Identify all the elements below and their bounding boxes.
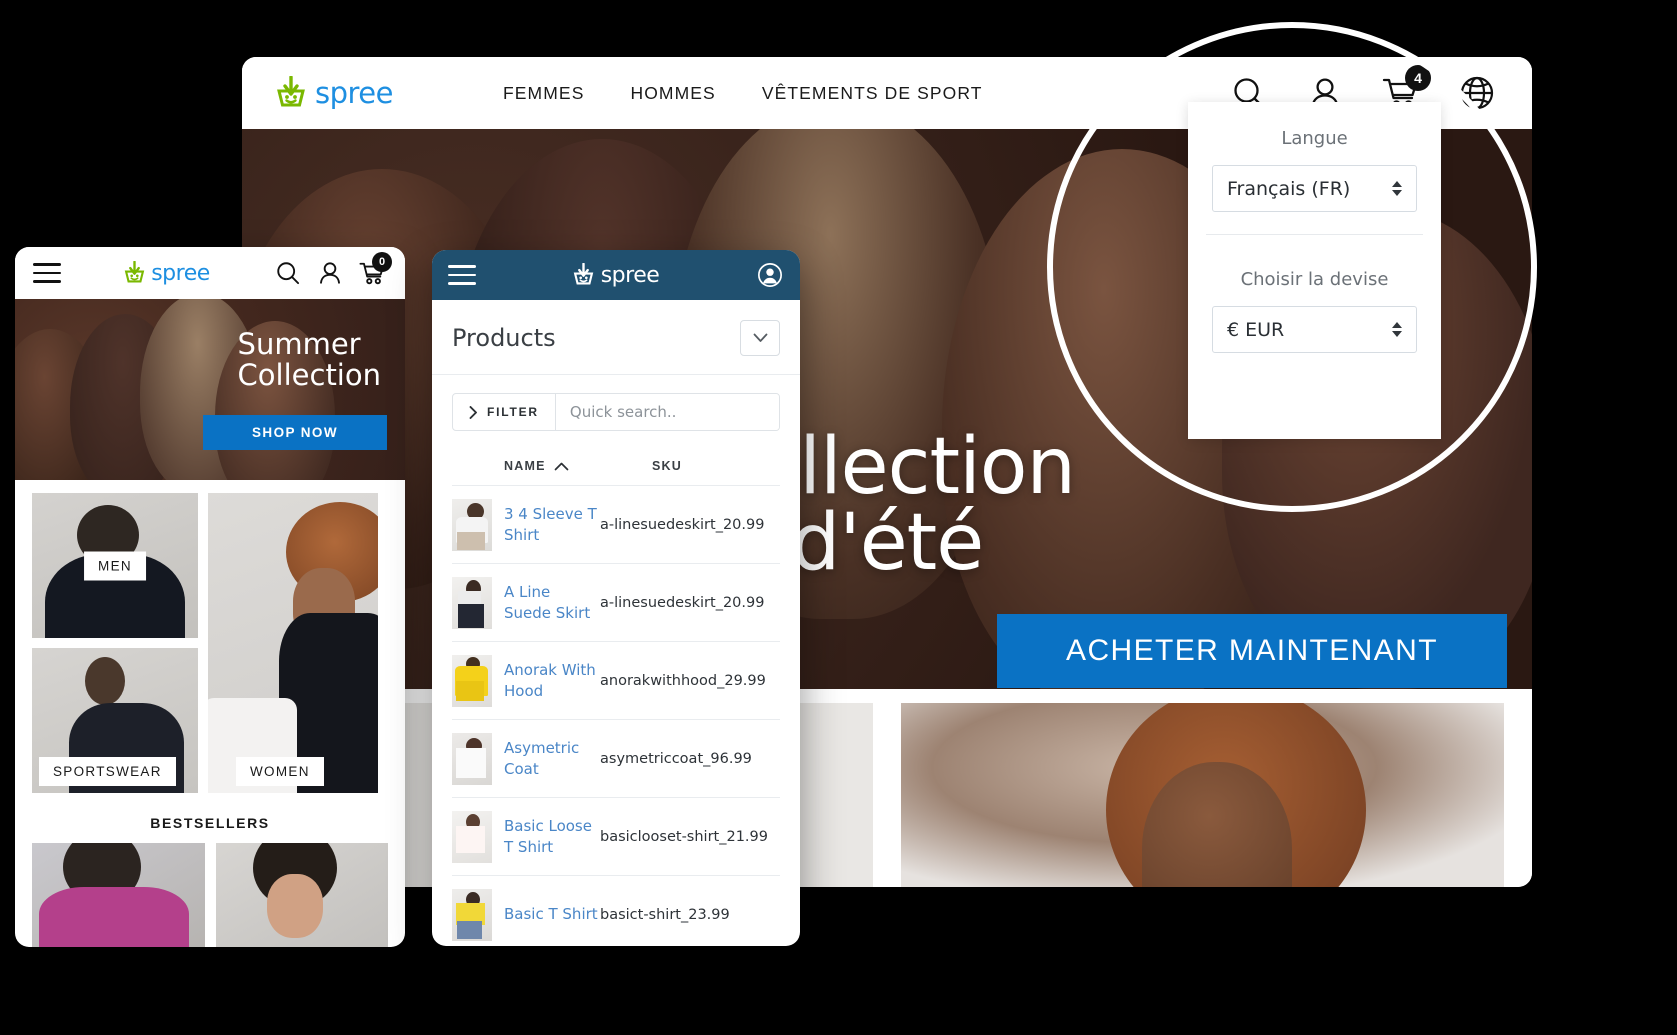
chevron-right-icon xyxy=(469,405,477,419)
language-currency-dropdown: Langue Français (FR) Choisir la devise €… xyxy=(1188,102,1441,439)
globe-icon[interactable] xyxy=(1456,72,1498,114)
product-thumbnail xyxy=(452,732,492,785)
nav-item-vetements-de-sport[interactable]: VÊTEMENTS DE SPORT xyxy=(762,83,983,104)
product-name-link[interactable]: Basic Loose T Shirt xyxy=(504,816,600,857)
page-actions-dropdown-button[interactable] xyxy=(740,320,780,356)
filter-button[interactable]: FILTER xyxy=(453,394,556,430)
language-select[interactable]: Français (FR) xyxy=(1212,165,1417,212)
product-name-link[interactable]: 3 4 Sleeve T Shirt xyxy=(504,504,600,545)
desktop-brand-text: spree xyxy=(315,76,394,110)
column-header-sku[interactable]: SKU xyxy=(652,459,682,473)
mobile-hero-banner: Summer Collection SHOP NOW xyxy=(15,299,405,480)
spree-cart-logo-icon xyxy=(573,263,593,285)
product-sku: a-linesuedeskirt_20.99 xyxy=(600,594,765,611)
desktop-logo[interactable]: spree xyxy=(276,76,394,110)
currency-select[interactable]: € EUR xyxy=(1212,306,1417,353)
admin-menu-icon[interactable] xyxy=(448,265,476,285)
mobile-brand-text: spree xyxy=(151,260,210,286)
product-name-link[interactable]: A Line Suede Skirt xyxy=(504,582,600,623)
products-table: NAME SKU 3 4 Sleeve T Shirt a-linesuedes… xyxy=(432,449,800,946)
mobile-menu-icon[interactable] xyxy=(33,263,61,283)
chevron-down-icon xyxy=(753,333,767,342)
product-sku: a-linesuedeskirt_20.99 xyxy=(600,516,765,533)
table-row[interactable]: Anorak With Hood anorakwithhood_29.99 xyxy=(452,641,780,719)
category-tile-women[interactable]: WOMEN xyxy=(208,493,378,793)
product-name-link[interactable]: Anorak With Hood xyxy=(504,660,600,701)
product-sku: basiclooset-shirt_21.99 xyxy=(600,828,768,845)
currency-label: Choisir la devise xyxy=(1240,269,1389,290)
admin-filter-row: FILTER xyxy=(432,375,800,449)
category-tile-women-label: WOMEN xyxy=(236,757,324,786)
filter-button-label: FILTER xyxy=(487,405,539,419)
search-icon[interactable] xyxy=(273,258,303,288)
spree-cart-logo-icon xyxy=(124,261,145,283)
bestsellers-heading: BESTSELLERS xyxy=(150,815,270,831)
user-icon[interactable] xyxy=(315,258,345,288)
table-row[interactable]: Basic Loose T Shirt basiclooset-shirt_21… xyxy=(452,797,780,875)
column-header-name-label: NAME xyxy=(504,459,546,473)
mobile-category-grid: MEN SPORTSWEAR WOMEN xyxy=(15,480,405,793)
table-header-row: NAME SKU xyxy=(452,449,780,485)
bestsellers-row xyxy=(15,843,405,947)
language-section: Langue Français (FR) xyxy=(1188,102,1441,234)
mobile-header-icons: 0 xyxy=(273,252,392,288)
quick-search-input[interactable] xyxy=(555,394,779,430)
product-thumbnail xyxy=(452,498,492,551)
mobile-hero-title-line2: Collection xyxy=(237,358,381,393)
desktop-main-nav: FEMMES HOMMES VÊTEMENTS DE SPORT xyxy=(503,83,983,104)
mobile-hero-title-line1: Summer xyxy=(237,327,361,361)
mobile-storefront-mockup: spree 0 Summer Collection SHOP NOW MEN S… xyxy=(15,247,405,947)
mobile-hero-title: Summer Collection xyxy=(237,327,381,393)
category-tile-sportswear[interactable]: SPORTSWEAR xyxy=(32,648,198,793)
language-label: Langue xyxy=(1281,128,1348,149)
chevron-updown-icon xyxy=(1392,181,1402,196)
admin-products-panel: spree Products FILTER NAME SKU xyxy=(432,250,800,946)
lower-card-right[interactable] xyxy=(901,703,1504,887)
product-sku: anorakwithhood_29.99 xyxy=(600,672,766,689)
category-tile-men-label: MEN xyxy=(84,551,146,580)
page-title: Products xyxy=(452,324,556,352)
product-thumbnail xyxy=(452,576,492,629)
product-sku: basict-shirt_23.99 xyxy=(600,906,730,923)
table-row[interactable]: Asymetric Coat asymetriccoat_96.99 xyxy=(452,719,780,797)
bestseller-card[interactable] xyxy=(32,843,205,947)
column-header-name[interactable]: NAME xyxy=(504,459,652,473)
product-thumbnail xyxy=(452,888,492,941)
table-row[interactable]: Basic T Shirt basict-shirt_23.99 xyxy=(452,875,780,946)
cart-count-badge: 4 xyxy=(1405,65,1431,91)
table-row[interactable]: 3 4 Sleeve T Shirt a-linesuedeskirt_20.9… xyxy=(452,485,780,563)
admin-topbar: spree xyxy=(432,250,800,300)
spree-cart-logo-icon xyxy=(277,76,305,107)
currency-selected-value: € EUR xyxy=(1227,318,1285,341)
chevron-up-icon xyxy=(554,462,568,470)
product-name-link[interactable]: Basic T Shirt xyxy=(504,904,600,925)
bestseller-card[interactable] xyxy=(215,843,388,947)
cart-icon[interactable]: 0 xyxy=(357,252,392,288)
currency-section: Choisir la devise € EUR xyxy=(1188,235,1441,375)
product-sku: asymetriccoat_96.99 xyxy=(600,750,752,767)
table-row[interactable]: A Line Suede Skirt a-linesuedeskirt_20.9… xyxy=(452,563,780,641)
product-thumbnail xyxy=(452,810,492,863)
admin-account-icon[interactable] xyxy=(756,261,784,289)
product-name-link[interactable]: Asymetric Coat xyxy=(504,738,600,779)
mobile-shop-now-button[interactable]: SHOP NOW xyxy=(203,415,387,450)
admin-title-row: Products xyxy=(432,300,800,374)
nav-item-femmes[interactable]: FEMMES xyxy=(503,83,584,104)
mobile-logo[interactable]: spree xyxy=(124,261,210,286)
chevron-updown-icon xyxy=(1392,322,1402,337)
category-tile-sportswear-label: SPORTSWEAR xyxy=(39,757,176,786)
mobile-header: spree 0 xyxy=(15,247,405,299)
mobile-cart-count-badge: 0 xyxy=(372,252,392,272)
hero-cta-button[interactable]: ACHETER MAINTENANT xyxy=(997,614,1507,688)
category-tile-men[interactable]: MEN xyxy=(32,493,198,638)
admin-brand-text: spree xyxy=(600,262,660,288)
language-selected-value: Français (FR) xyxy=(1227,177,1351,200)
admin-logo[interactable]: spree xyxy=(573,263,660,288)
nav-item-hommes[interactable]: HOMMES xyxy=(630,83,715,104)
product-thumbnail xyxy=(452,654,492,707)
